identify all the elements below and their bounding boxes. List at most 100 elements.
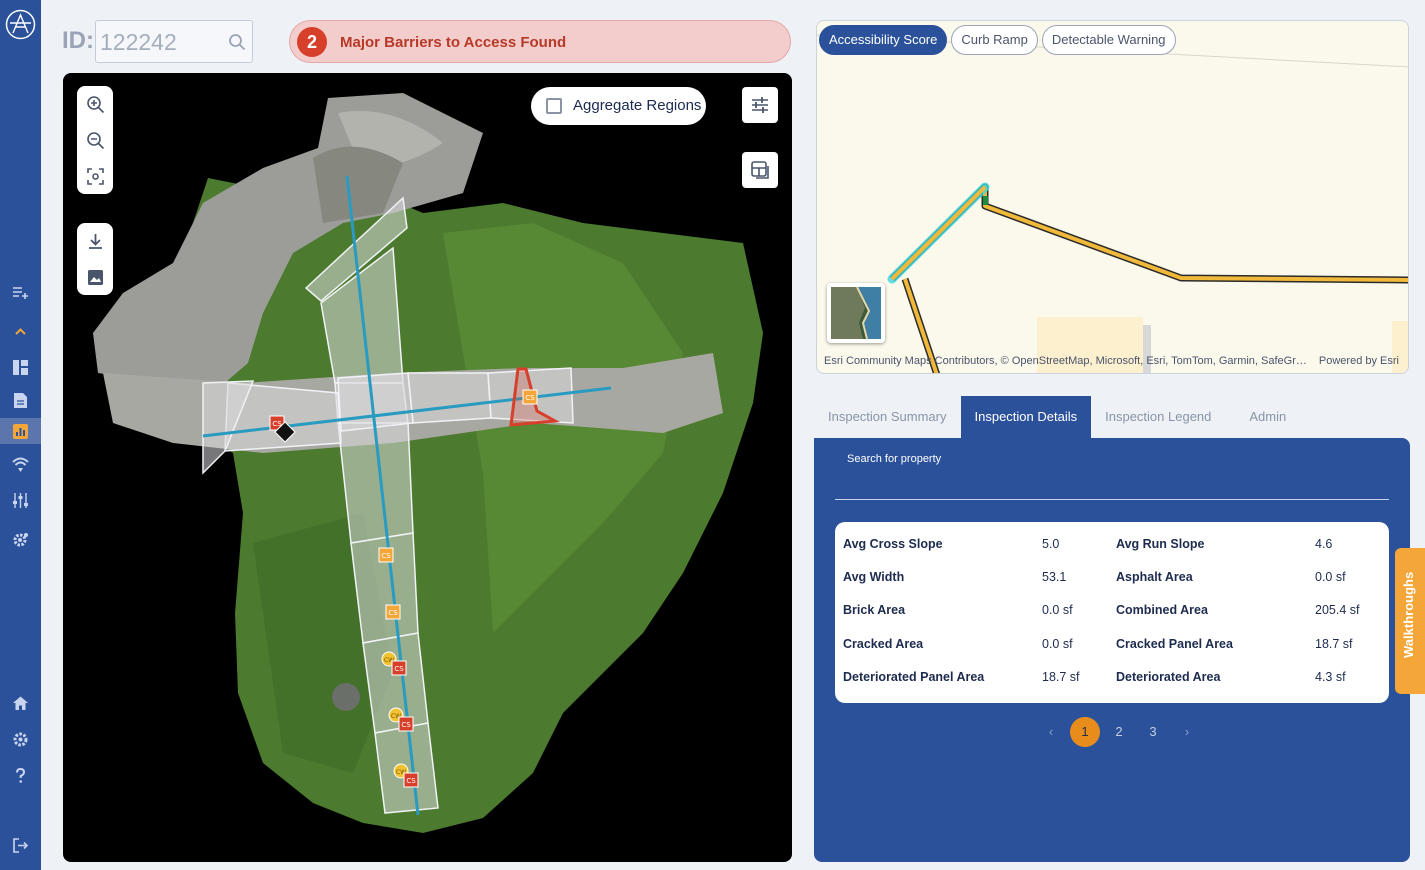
map-attribution: Esri Community Maps Contributors, © Open… xyxy=(824,355,1309,367)
tab-inspection-legend[interactable]: Inspection Legend xyxy=(1091,396,1225,438)
detail-key: Cracked Panel Area xyxy=(1116,637,1233,651)
detail-key: Deteriorated Panel Area xyxy=(843,670,985,684)
tab-admin[interactable]: Admin xyxy=(1235,396,1300,438)
id-search-field[interactable]: 122242 xyxy=(95,20,253,63)
map-settings-button[interactable] xyxy=(742,87,778,123)
marker-cs-7[interactable]: CS xyxy=(403,772,419,788)
svg-text:CS: CS xyxy=(381,552,391,560)
search-icon[interactable] xyxy=(228,33,246,51)
details-row: Deteriorated Panel Area 18.7 sf Deterior… xyxy=(835,670,1389,703)
sidebar-item-reports[interactable] xyxy=(0,387,41,413)
page-2-button[interactable]: 2 xyxy=(1104,717,1134,747)
id-value[interactable]: 122242 xyxy=(100,29,177,56)
sidebar-item-config[interactable] xyxy=(0,526,41,552)
detail-key: Brick Area xyxy=(843,603,906,617)
tab-inspection-summary[interactable]: Inspection Summary xyxy=(814,396,961,438)
details-row: Avg Cross Slope 5.0 Avg Run Slope 4.6 xyxy=(835,537,1389,570)
marker-cs-4[interactable]: CS xyxy=(385,604,401,620)
marker-cs-5[interactable]: CS xyxy=(391,660,407,676)
tab-curb-ramp[interactable]: Curb Ramp xyxy=(951,25,1038,55)
detail-key: Avg Run Slope xyxy=(1116,537,1205,551)
dashboard-icon xyxy=(13,359,28,375)
next-page-button[interactable]: › xyxy=(1172,717,1202,747)
layout-icon xyxy=(751,161,769,179)
basemap xyxy=(817,34,1408,373)
wifi-icon xyxy=(12,457,29,472)
detail-key: Avg Cross Slope xyxy=(843,537,943,551)
prev-page-button[interactable]: ‹ xyxy=(1036,717,1066,747)
home-icon xyxy=(13,696,28,710)
sidebar-item-signal[interactable] xyxy=(0,451,41,477)
marker-cs-6[interactable]: CS xyxy=(398,716,414,732)
marker-cs-1[interactable]: CS xyxy=(522,389,538,405)
download-button[interactable] xyxy=(77,223,113,259)
help-icon xyxy=(16,767,26,783)
inspection-tabs: Inspection Summary Inspection Details In… xyxy=(814,396,1300,438)
settings-gear-icon xyxy=(13,532,28,546)
detail-key: Deteriorated Area xyxy=(1116,670,1221,684)
export-controls xyxy=(77,223,113,295)
barrier-alert-banner: 2 Major Barriers to Access Found xyxy=(289,20,791,63)
location-map[interactable]: Accessibility Score Curb Ramp Detectable… xyxy=(816,20,1409,374)
marker-cs-3[interactable]: CS xyxy=(378,547,394,563)
logout-icon xyxy=(13,837,29,853)
tab-inspection-details[interactable]: Inspection Details xyxy=(960,396,1092,438)
detail-key: Cracked Area xyxy=(843,637,924,651)
sidebar-item-home[interactable] xyxy=(0,690,41,716)
detail-value: 0.0 sf xyxy=(1042,637,1073,651)
svg-text:CS: CS xyxy=(394,665,404,673)
details-row: Brick Area 0.0 sf Combined Area 205.4 sf xyxy=(835,603,1389,636)
detail-value: 53.1 xyxy=(1042,570,1067,584)
zoom-controls xyxy=(77,86,113,194)
alert-text: Major Barriers to Access Found xyxy=(340,34,567,51)
layout-button[interactable] xyxy=(742,152,778,188)
add-list-icon xyxy=(13,286,28,299)
aggregate-regions-toggle[interactable]: Aggregate Regions xyxy=(531,87,706,125)
page-1-button[interactable]: 1 xyxy=(1070,717,1100,747)
basemap-toggle-thumbnail[interactable] xyxy=(827,283,885,343)
walkthroughs-tab[interactable]: Walkthroughs xyxy=(1395,548,1425,694)
sliders-icon xyxy=(752,97,768,113)
zoom-in-button[interactable] xyxy=(77,86,113,122)
satellite-thumbnail-icon xyxy=(831,286,881,340)
property-search-label[interactable]: Search for property xyxy=(847,453,941,465)
analytics-icon xyxy=(13,423,28,439)
svg-text:CS: CS xyxy=(388,609,398,617)
sidebar-item-add-list[interactable] xyxy=(0,279,41,305)
svg-text:CS: CS xyxy=(406,777,416,785)
sidebar-item-dashboard[interactable] xyxy=(0,354,41,380)
sidebar-item-filters[interactable] xyxy=(0,487,41,513)
alert-count-badge: 2 xyxy=(297,27,327,57)
document-icon xyxy=(14,392,27,408)
fit-extent-button[interactable] xyxy=(77,158,113,194)
svg-text:CS: CS xyxy=(525,394,535,402)
property-search-input-underline[interactable] xyxy=(835,499,1389,500)
id-label: ID: xyxy=(62,27,94,54)
details-row: Cracked Area 0.0 sf Cracked Panel Area 1… xyxy=(835,637,1389,670)
aggregate-regions-checkbox[interactable] xyxy=(546,98,562,114)
detail-key: Asphalt Area xyxy=(1116,570,1193,584)
inspection-details-panel: Search for property Avg Cross Slope 5.0 … xyxy=(814,438,1410,862)
gear-icon xyxy=(13,732,28,746)
detail-value: 4.6 xyxy=(1315,537,1333,551)
sidebar-item-settings[interactable] xyxy=(0,726,41,752)
tab-accessibility-score[interactable]: Accessibility Score xyxy=(819,25,948,55)
sliders-icon xyxy=(13,492,28,508)
detail-value: 18.7 sf xyxy=(1315,637,1353,651)
powered-by-esri[interactable]: Powered by Esri xyxy=(1319,355,1399,367)
walkthroughs-label: Walkthroughs xyxy=(1401,571,1416,658)
sidebar-item-analytics[interactable] xyxy=(0,418,41,444)
app-logo-icon[interactable] xyxy=(5,9,36,40)
tab-detectable-warning[interactable]: Detectable Warning xyxy=(1041,25,1176,55)
aerial-map[interactable]: CS CS CS CS CW CS CW CS CW CS Aggregate … xyxy=(63,73,792,862)
zoom-out-button[interactable] xyxy=(77,122,113,158)
sidebar-item-logout[interactable] xyxy=(0,832,41,858)
page-3-button[interactable]: 3 xyxy=(1138,717,1168,747)
sidebar-collapse[interactable] xyxy=(0,318,41,344)
detail-value: 205.4 sf xyxy=(1315,603,1360,617)
download-icon xyxy=(88,233,102,249)
pagination: ‹ 1 2 3 › xyxy=(1036,717,1206,747)
sidebar-item-help[interactable] xyxy=(0,762,41,788)
image-button[interactable] xyxy=(77,259,113,295)
barrier-markers: CS CS CS CS CW CS CW CS CW CS xyxy=(269,389,538,788)
